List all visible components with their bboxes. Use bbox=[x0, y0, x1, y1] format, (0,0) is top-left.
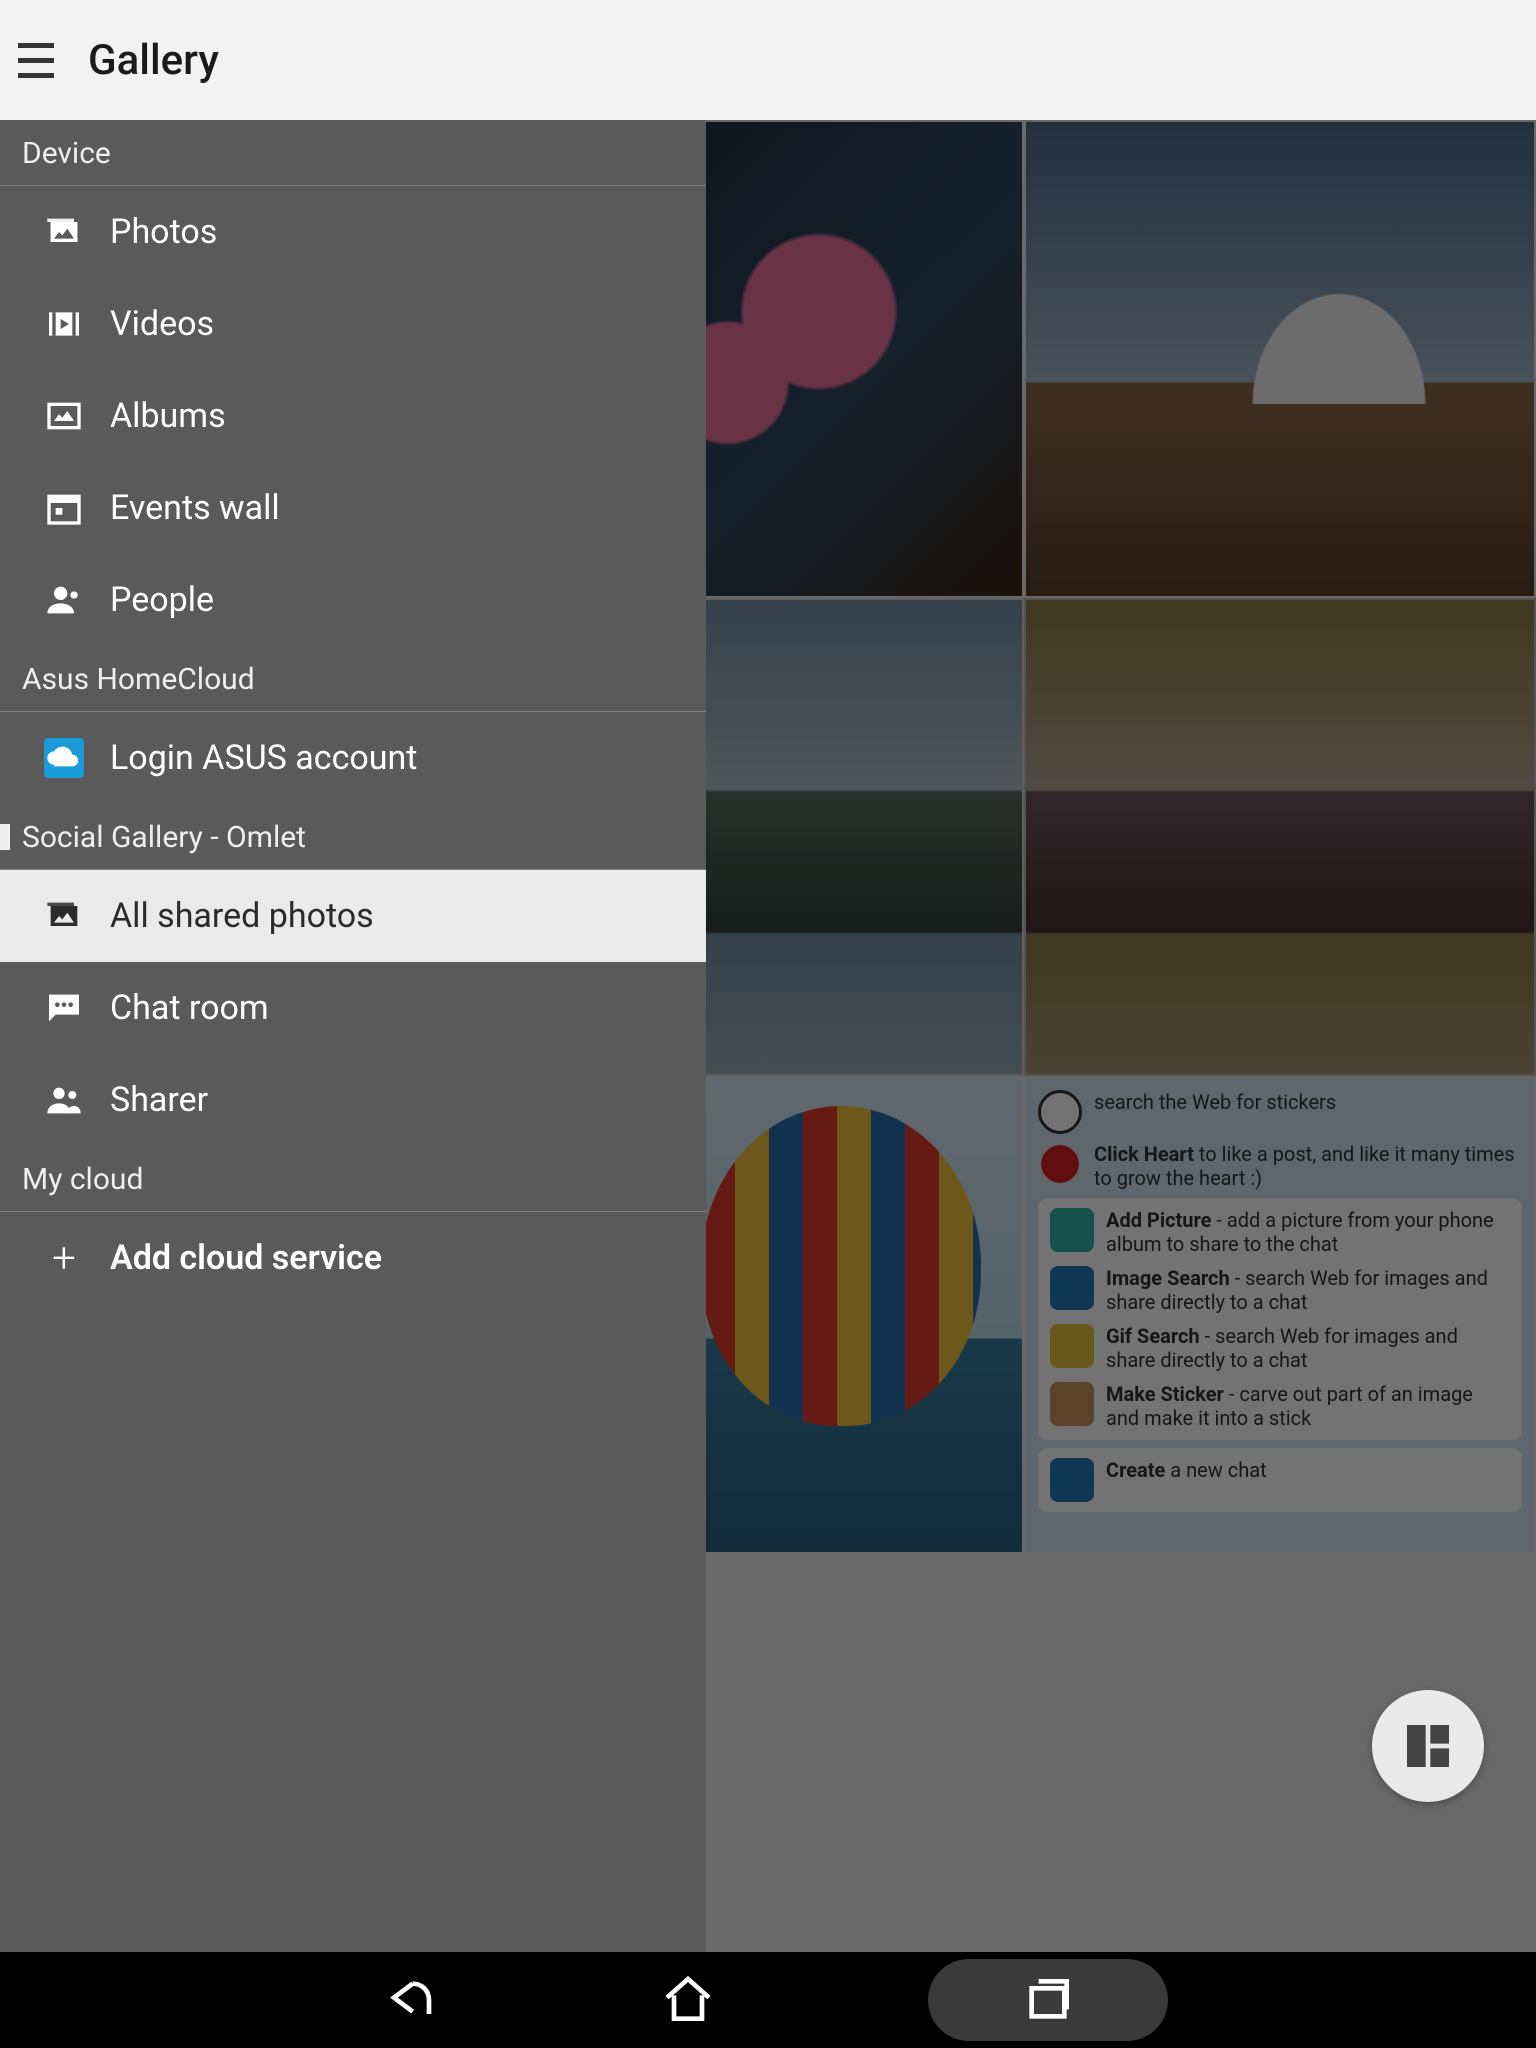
drawer-item-label: All shared photos bbox=[110, 896, 374, 936]
sharer-icon bbox=[44, 1080, 84, 1120]
photos-icon bbox=[44, 212, 84, 252]
drawer-item-label: Albums bbox=[110, 396, 226, 436]
drawer-item-label: Add cloud service bbox=[110, 1238, 382, 1278]
people-icon bbox=[44, 580, 84, 620]
drawer-item-label: Photos bbox=[110, 212, 217, 252]
chat-icon bbox=[44, 988, 84, 1028]
home-button[interactable] bbox=[648, 1964, 728, 2036]
navigation-drawer: Device Photos Videos Albums Events wall … bbox=[0, 120, 706, 1952]
calendar-icon bbox=[44, 488, 84, 528]
drawer-item-label: Videos bbox=[110, 304, 214, 344]
system-nav-bar bbox=[0, 1952, 1536, 2048]
videos-icon bbox=[44, 304, 84, 344]
drawer-item-sharer[interactable]: Sharer bbox=[0, 1054, 706, 1146]
cloud-login-icon bbox=[44, 738, 84, 778]
drawer-item-events-wall[interactable]: Events wall bbox=[0, 462, 706, 554]
recents-icon bbox=[1020, 1972, 1076, 2028]
recents-button[interactable] bbox=[928, 1959, 1168, 2041]
menu-icon[interactable] bbox=[10, 30, 70, 90]
drawer-item-albums[interactable]: Albums bbox=[0, 370, 706, 462]
drawer-item-label: Chat room bbox=[110, 988, 269, 1028]
app-bar: Gallery bbox=[0, 0, 1536, 120]
albums-icon bbox=[44, 396, 84, 436]
drawer-item-label: Events wall bbox=[110, 488, 280, 528]
layout-fab[interactable] bbox=[1372, 1690, 1484, 1802]
drawer-item-label: People bbox=[110, 580, 214, 620]
drawer-item-label: Login ASUS account bbox=[110, 738, 417, 778]
drawer-item-chat-room[interactable]: Chat room bbox=[0, 962, 706, 1054]
drawer-item-videos[interactable]: Videos bbox=[0, 278, 706, 370]
drawer-item-photos[interactable]: Photos bbox=[0, 186, 706, 278]
back-button[interactable] bbox=[368, 1964, 448, 2036]
app-title: Gallery bbox=[88, 36, 219, 85]
layout-icon bbox=[1400, 1718, 1456, 1774]
drawer-item-label: Sharer bbox=[110, 1080, 208, 1120]
photos-icon bbox=[44, 896, 84, 936]
drawer-section-header: Asus HomeCloud bbox=[0, 646, 706, 712]
home-icon bbox=[660, 1972, 716, 2028]
plus-icon: + bbox=[44, 1238, 84, 1278]
drawer-section-header: Device bbox=[0, 120, 706, 186]
back-icon bbox=[380, 1972, 436, 2028]
drawer-section-header: My cloud bbox=[0, 1146, 706, 1212]
drawer-item-people[interactable]: People bbox=[0, 554, 706, 646]
drawer-item-add-cloud-service[interactable]: + Add cloud service bbox=[0, 1212, 706, 1304]
drawer-section-header: Social Gallery - Omlet bbox=[0, 804, 706, 870]
drawer-item-login-asus[interactable]: Login ASUS account bbox=[0, 712, 706, 804]
drawer-item-all-shared-photos[interactable]: All shared photos bbox=[0, 870, 706, 962]
